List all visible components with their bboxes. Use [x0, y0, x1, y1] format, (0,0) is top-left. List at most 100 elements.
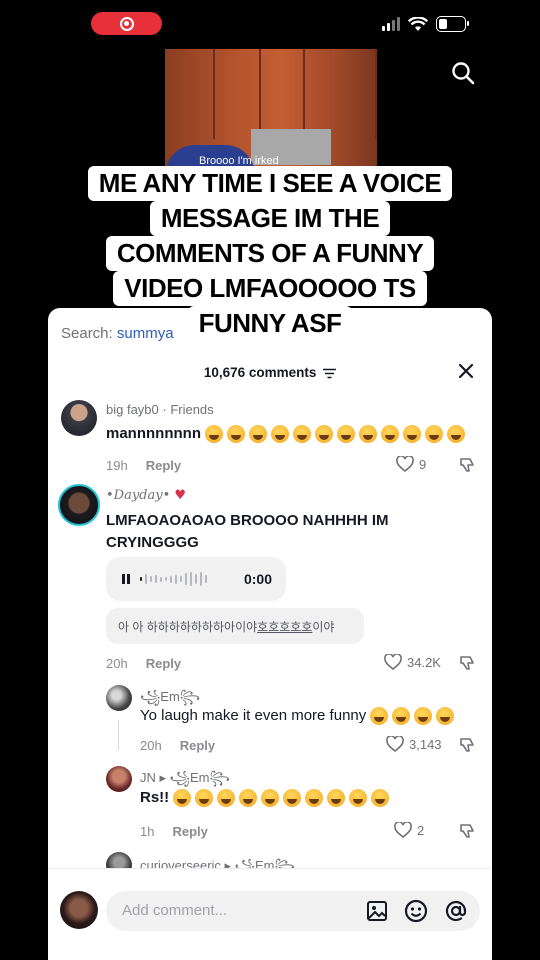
laughing-emoji-icon: [358, 425, 377, 444]
laughing-emoji-icon: [270, 425, 289, 444]
laughing-emoji-icon: [195, 789, 214, 808]
laughing-emoji-icon: [292, 425, 311, 444]
comment-meta: 20h Reply: [140, 738, 215, 753]
dislike-icon[interactable]: [458, 654, 476, 672]
reply-button[interactable]: Reply: [180, 738, 215, 753]
laughing-emoji-icon: [283, 789, 302, 808]
avatar[interactable]: [58, 484, 100, 526]
thread-line: [118, 720, 119, 750]
laughing-emoji-icon: [414, 707, 433, 726]
comments-count: 10,676 comments: [48, 365, 492, 380]
dislike-icon[interactable]: [458, 736, 476, 754]
filter-icon[interactable]: [323, 368, 337, 379]
comments-count-label: 10,676 comments: [203, 365, 317, 380]
transcript-underlined: 호호호호호: [257, 619, 313, 634]
comment-text: LMFAOAOAOAO BROOOO NAHHHH IM CRYINGGGG: [106, 510, 389, 554]
comment-input-bar: Add comment...: [48, 868, 492, 960]
comment-text: Rs!!: [140, 789, 390, 808]
battery-icon: [436, 16, 469, 32]
caption-line: FUNNY ASF: [187, 306, 353, 341]
like-count: 9: [419, 456, 427, 472]
like-button[interactable]: 2: [394, 822, 424, 838]
mention-icon[interactable]: [444, 899, 468, 923]
laughing-emoji-icon: [336, 425, 355, 444]
like-count: 34.2K: [407, 654, 441, 670]
comment-text-content: Yo laugh make it even more funny: [140, 707, 367, 724]
dislike-icon[interactable]: [458, 456, 476, 474]
video-thumbnail[interactable]: Broooo I'm irked: [165, 49, 377, 167]
laughing-emoji-icon: [204, 425, 223, 444]
like-button[interactable]: 9: [396, 456, 426, 472]
comment-meta: 1h Reply: [140, 824, 208, 839]
laughing-emoji-icon: [226, 425, 245, 444]
meme-caption: ME ANY TIME I SEE A VOICE MESSAGE IM THE…: [60, 166, 480, 341]
comment-time: 20h: [106, 656, 128, 671]
cabinet-shape: [305, 49, 377, 139]
heart-icon: [394, 822, 412, 838]
cellular-signal-icon: [382, 17, 400, 31]
comment-text-line: CRYINGGGG: [106, 534, 199, 551]
like-button[interactable]: 34.2K: [384, 654, 441, 670]
laughing-emoji-icon: [424, 425, 443, 444]
screen-record-indicator[interactable]: [91, 12, 162, 35]
emoji-row: [169, 789, 390, 808]
close-icon[interactable]: [458, 363, 474, 379]
comment-text-line: LMFAOAOAOAO BROOOO NAHHHH IM: [106, 512, 389, 529]
add-comment-input[interactable]: Add comment...: [106, 891, 480, 931]
emoji-icon[interactable]: [404, 899, 428, 923]
transcript-text: 아 아 하하하하하하하아이야: [118, 619, 258, 634]
heart-icon: [386, 736, 404, 752]
status-icons: [382, 16, 469, 32]
lips-icon: ♥: [174, 488, 187, 503]
waveform[interactable]: [140, 572, 207, 586]
comments-sheet: Search: summya 10,676 comments big fayb0…: [48, 308, 492, 960]
laughing-emoji-icon: [402, 425, 421, 444]
laughing-emoji-icon: [261, 789, 280, 808]
comment-text-content: mannnnnnnn: [106, 425, 201, 442]
laughing-emoji-icon: [314, 425, 333, 444]
like-count: 2: [417, 822, 425, 838]
image-icon[interactable]: [366, 900, 388, 922]
pause-icon[interactable]: [120, 573, 132, 585]
like-button[interactable]: 3,143: [386, 736, 442, 752]
voice-message-player[interactable]: 0:00: [106, 557, 286, 601]
comment-text-content: Rs!!: [140, 789, 170, 806]
cabinet-shape: [215, 49, 261, 139]
laughing-emoji-icon: [370, 707, 389, 726]
emoji-row: [201, 425, 465, 444]
comment-username[interactable]: big fayb0 · Friends: [106, 402, 214, 417]
emoji-row: [366, 707, 455, 726]
wifi-icon: [408, 16, 428, 31]
heart-icon: [396, 456, 414, 472]
laughing-emoji-icon: [392, 707, 411, 726]
reply-button[interactable]: Reply: [146, 656, 181, 671]
reply-button[interactable]: Reply: [172, 824, 207, 839]
laughing-emoji-icon: [327, 789, 346, 808]
comment-text: mannnnnnnn: [106, 425, 465, 444]
reply-button[interactable]: Reply: [146, 458, 181, 473]
laughing-emoji-icon: [217, 789, 236, 808]
input-actions: [366, 899, 468, 923]
username-text: •Dayday•: [106, 488, 171, 503]
avatar[interactable]: [61, 400, 97, 436]
avatar[interactable]: [106, 766, 132, 792]
heart-icon: [384, 654, 402, 670]
comment-username[interactable]: •Dayday• ♥: [106, 488, 186, 503]
search-icon[interactable]: [451, 61, 475, 85]
avatar[interactable]: [106, 685, 132, 711]
record-icon: [119, 16, 134, 31]
caption-line: COMMENTS OF A FUNNY: [105, 236, 435, 271]
caption-line: ME ANY TIME I SEE A VOICE: [87, 166, 453, 201]
laughing-emoji-icon: [173, 789, 192, 808]
laughing-emoji-icon: [239, 789, 258, 808]
cabinet-shape: [165, 49, 215, 139]
comment-text: Yo laugh make it even more funny: [140, 707, 455, 726]
comment-meta: 19h Reply: [106, 458, 181, 473]
my-avatar[interactable]: [60, 891, 98, 929]
voice-transcript: 아 아 하하하하하하하아이야 호호호호호 이야: [106, 608, 364, 644]
laughing-emoji-icon: [446, 425, 465, 444]
comment-time: 1h: [140, 824, 155, 839]
comment-time: 19h: [106, 458, 128, 473]
laughing-emoji-icon: [349, 789, 368, 808]
dislike-icon[interactable]: [458, 822, 476, 840]
